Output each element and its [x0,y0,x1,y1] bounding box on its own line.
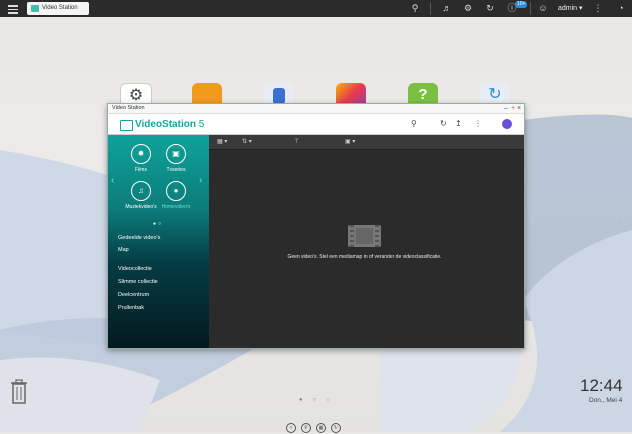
next-page-icon[interactable]: › [617,214,622,230]
film-reel-icon: ✹ [131,144,151,164]
sidebar: ‹ › ✹ Films ▣ Tvseries ♫ Muziekvideo's ●… [108,135,209,348]
nav-shared-videos[interactable]: Gedeelde video's [118,235,160,241]
prev-arrow-icon[interactable]: ‹ [111,175,114,186]
close-button[interactable]: × [517,104,521,113]
menu-icon[interactable] [8,3,18,14]
video-station-logo-icon [120,120,133,131]
app-brand: VideoStation 5 [135,119,205,130]
category-films[interactable]: ✹ Films [121,144,161,173]
user-icon[interactable]: ☺ [538,3,548,13]
avatar[interactable] [502,119,512,129]
music-video-icon: ♫ [131,181,151,201]
nav-video-collection[interactable]: Videocollectie [118,266,152,272]
more-icon[interactable]: ⋮ [593,3,603,13]
minimize-button[interactable]: – [504,104,508,113]
video-station-icon [31,5,39,12]
empty-state-message: Geen video's. Stel een mediamap in of ve… [287,254,442,260]
tab-video-station[interactable]: Video Station [27,2,89,15]
nav-trash[interactable]: Prullenbak [118,305,144,311]
user-menu[interactable]: admin ▾ [558,4,583,12]
sync-icon[interactable]: ↻ [485,3,495,13]
nav-share-center[interactable]: Deelcentrum [118,292,149,298]
category-home-videos[interactable]: ● Homevideo's [156,181,196,210]
category-tvseries[interactable]: ▣ Tvseries [156,144,196,173]
search-icon[interactable]: ⚲ [411,119,417,128]
tv-icon: ▣ [166,144,186,164]
clock-time: 12:44 [580,376,623,395]
tasks-icon[interactable]: ⚙ [463,3,473,13]
video-station-window: Video Station – + × VideoStation 5 ⚲ ↻ ↥… [107,103,525,349]
window-titlebar: Video Station – + × [108,104,524,114]
content-area [209,150,524,348]
upload-icon[interactable]: ↥ [455,119,462,128]
nav-smart-collection[interactable]: Slimme collectie [118,279,158,285]
page-indicator: ●○○ [299,397,340,403]
film-placeholder-icon [348,225,381,247]
bottom-dock: ≈ ⚲ ▦ ↻ [286,416,346,434]
content-toolbar: ▦ ▾ ⇅ ▾ ⊤ ▣ ▾ [209,135,524,150]
next-arrow-icon[interactable]: › [199,175,202,186]
more-icon[interactable]: ⋮ [474,119,482,128]
window-title: Video Station [112,105,145,111]
maximize-button[interactable]: + [511,104,515,113]
view-mode-icon[interactable]: ▦ ▾ [217,138,227,145]
app-header: VideoStation 5 ⚲ ↻ ↥ ⋮ [108,114,524,135]
trash-icon[interactable] [10,378,28,404]
tab-label: Video Station [42,5,78,11]
category-music-videos[interactable]: ♫ Muziekvideo's [121,181,161,210]
divider [430,2,431,15]
filter-icon[interactable]: ⊤ [294,138,299,145]
divider [530,2,531,15]
search-icon[interactable]: ⚲ [410,3,420,13]
carousel-dots: ●○ [153,221,164,227]
clock-date: Don., Mei 4 [589,397,623,404]
notification-badge: 10+ [515,1,528,8]
sort-icon[interactable]: ⇅ ▾ [242,138,252,145]
nav-folder[interactable]: Map [118,247,129,253]
camera-icon: ● [166,181,186,201]
top-bar: Video Station ⚲ ♬ ⚙ ↻ ⓘ 10+ ☺ admin ▾ ⋮ … [0,0,632,17]
refresh-icon[interactable]: ↻ [440,119,447,128]
select-icon[interactable]: ▣ ▾ [345,138,355,145]
dashboard-icon[interactable]: ◔ [616,3,626,13]
volume-icon[interactable]: ♬ [442,3,452,13]
